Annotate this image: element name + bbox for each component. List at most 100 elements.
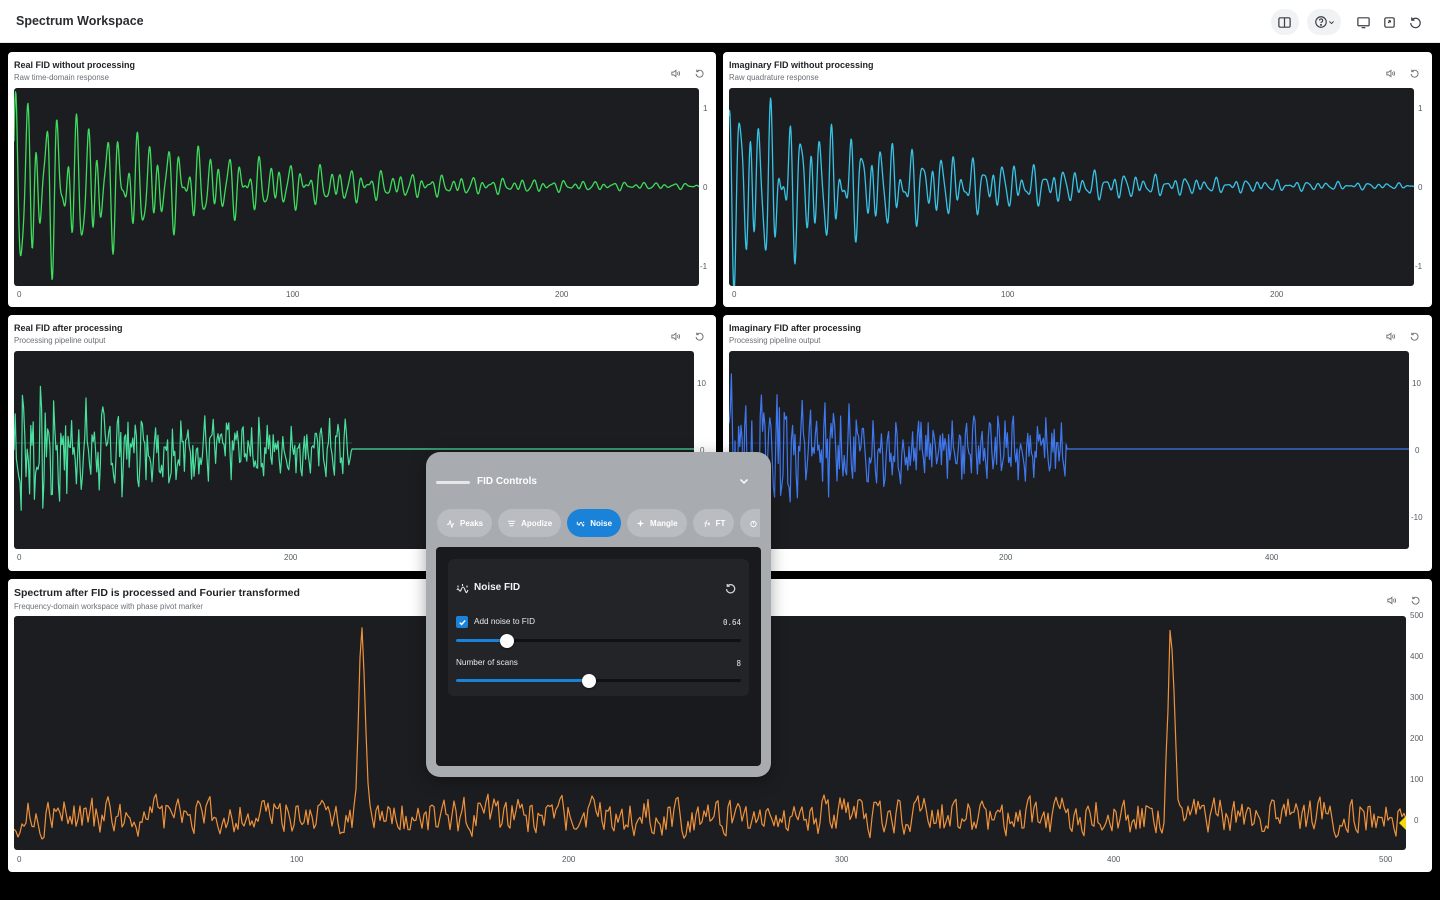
panel-subtitle: Processing pipeline output — [14, 336, 106, 345]
real-fid-raw-plot[interactable] — [14, 88, 699, 286]
imag-fid-processed-plot[interactable] — [729, 351, 1409, 549]
imag-fid-raw-panel: Imaginary FID without processing Raw qua… — [723, 52, 1432, 307]
sound-icon[interactable] — [1383, 66, 1397, 80]
function-icon — [703, 519, 710, 527]
panel-subtitle: Frequency-domain workspace with phase pi… — [14, 602, 203, 611]
x-tick: 100 — [290, 855, 304, 864]
panel-title: Real FID without processing — [14, 60, 136, 70]
fid-line — [729, 373, 1409, 517]
help-icon — [1314, 16, 1327, 28]
tab-ft[interactable]: FT — [692, 509, 735, 537]
tab-label: Apodize — [521, 518, 553, 528]
reset-icon[interactable] — [692, 329, 706, 343]
tab-peaks[interactable]: Peaks — [437, 509, 493, 537]
y-tick: 0 — [1415, 446, 1420, 455]
drag-handle[interactable] — [436, 481, 470, 484]
noise-fid-card: Noise FID Add noise to FID 0.64 Number o… — [448, 559, 749, 696]
y-tick: 1 — [703, 104, 708, 113]
split-view-button-group — [1271, 9, 1299, 35]
panel-title: Spectrum after FID is processed and Four… — [14, 587, 300, 599]
reset-icon[interactable] — [692, 66, 706, 80]
panel-title: Imaginary FID without processing — [729, 60, 874, 70]
x-tick: 200 — [562, 855, 576, 864]
imag-fid-processed-panel: Imaginary FID after processing Processin… — [723, 315, 1432, 571]
noise-slider-knob[interactable] — [500, 633, 515, 648]
phase-pivot-marker[interactable] — [1399, 816, 1406, 830]
x-tick: 100 — [1001, 290, 1015, 299]
real-fid-raw-panel: Real FID without processing Raw time-dom… — [8, 52, 716, 307]
collapse-chevron-icon[interactable] — [737, 474, 751, 488]
phase-icon — [750, 520, 758, 527]
y-tick: 0 — [1414, 816, 1419, 825]
sound-icon[interactable] — [1383, 329, 1397, 343]
noise-value: 0.64 — [722, 618, 741, 627]
panel-subtitle: Raw time-domain response — [14, 73, 109, 82]
noise-icon — [576, 521, 585, 527]
panel-subtitle: Raw quadrature response — [729, 73, 819, 82]
split-view-icon[interactable] — [1271, 9, 1297, 35]
imag-fid-processed-trace — [729, 373, 1409, 517]
monitor-icon[interactable] — [1350, 9, 1376, 35]
add-noise-label: Add noise to FID — [474, 617, 535, 626]
sound-icon[interactable] — [668, 66, 682, 80]
scans-value: 8 — [736, 659, 741, 668]
y-tick: 0 — [1418, 183, 1423, 192]
reset-icon[interactable] — [724, 582, 737, 595]
reset-icon[interactable] — [1402, 9, 1428, 35]
tab-label: Peaks — [460, 518, 484, 528]
controls-content: Noise FID Add noise to FID 0.64 Number o… — [436, 547, 761, 766]
tab-label: Noise — [590, 518, 613, 528]
reset-icon[interactable] — [1408, 593, 1422, 607]
help-menu-button[interactable] — [1307, 9, 1341, 35]
scans-slider[interactable] — [456, 673, 741, 688]
x-tick: 0 — [17, 290, 22, 299]
top-bar: Spectrum Workspace — [0, 0, 1440, 43]
y-tick: 1 — [1418, 104, 1423, 113]
fid-controls-panel: FID Controls Peaks Apodize Noise Mangle … — [426, 452, 771, 777]
sound-icon[interactable] — [668, 329, 682, 343]
sparkle-icon — [636, 519, 645, 527]
x-tick: 0 — [17, 855, 22, 864]
y-tick: 400 — [1410, 652, 1424, 661]
scans-label: Number of scans — [456, 658, 518, 667]
fid-line — [729, 97, 1414, 286]
x-tick: 200 — [999, 553, 1013, 562]
scans-slider-knob[interactable] — [581, 673, 596, 688]
y-tick: -1 — [700, 262, 708, 271]
scans-slider-fill — [456, 679, 589, 682]
add-noise-checkbox[interactable] — [456, 616, 468, 628]
fid-controls-title: FID Controls — [477, 476, 537, 487]
noise-icon — [456, 584, 469, 594]
x-tick: 200 — [284, 553, 298, 562]
noise-slider[interactable] — [456, 633, 741, 648]
y-tick: 100 — [1410, 775, 1424, 784]
tab-noise[interactable]: Noise — [567, 509, 622, 537]
y-tick: 500 — [1410, 611, 1424, 620]
y-tick: 10 — [1412, 379, 1421, 388]
imag-fid-raw-plot[interactable] — [729, 88, 1414, 286]
y-tick: 300 — [1410, 693, 1424, 702]
tab-mangle[interactable]: Mangle — [627, 509, 687, 537]
x-tick: 300 — [835, 855, 849, 864]
pulse-icon — [446, 518, 455, 528]
noise-fid-title: Noise FID — [474, 582, 521, 593]
y-tick: 200 — [1410, 734, 1424, 743]
tab-apodize[interactable]: Apodize — [498, 509, 562, 537]
reset-icon[interactable] — [1407, 66, 1421, 80]
tab-label: Mangle — [650, 518, 678, 528]
filter-icon — [508, 520, 516, 526]
panel-subtitle: Processing pipeline output — [729, 336, 821, 345]
controls-tab-bar: Peaks Apodize Noise Mangle FT Ph — [437, 509, 760, 539]
y-tick: 0 — [703, 183, 708, 192]
x-tick: 0 — [732, 290, 737, 299]
app-title: Spectrum Workspace — [16, 14, 144, 28]
y-tick: 10 — [697, 379, 706, 388]
export-icon[interactable] — [1376, 9, 1402, 35]
real-fid-raw-trace — [14, 91, 699, 281]
panel-title: Imaginary FID after processing — [729, 323, 862, 333]
tab-label: FT — [715, 518, 726, 528]
x-tick: 400 — [1107, 855, 1121, 864]
sound-icon[interactable] — [1384, 593, 1398, 607]
reset-icon[interactable] — [1407, 329, 1421, 343]
tab-phase[interactable]: Ph — [740, 509, 760, 537]
